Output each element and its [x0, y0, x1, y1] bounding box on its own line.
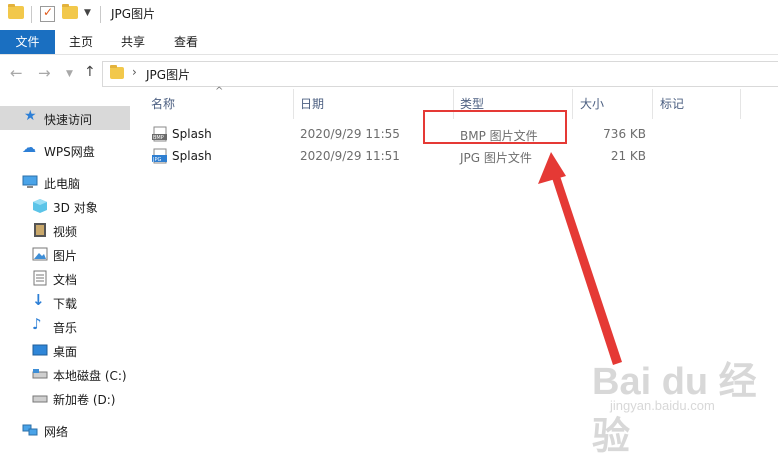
watermark-url: jingyan.baidu.com	[610, 398, 715, 413]
